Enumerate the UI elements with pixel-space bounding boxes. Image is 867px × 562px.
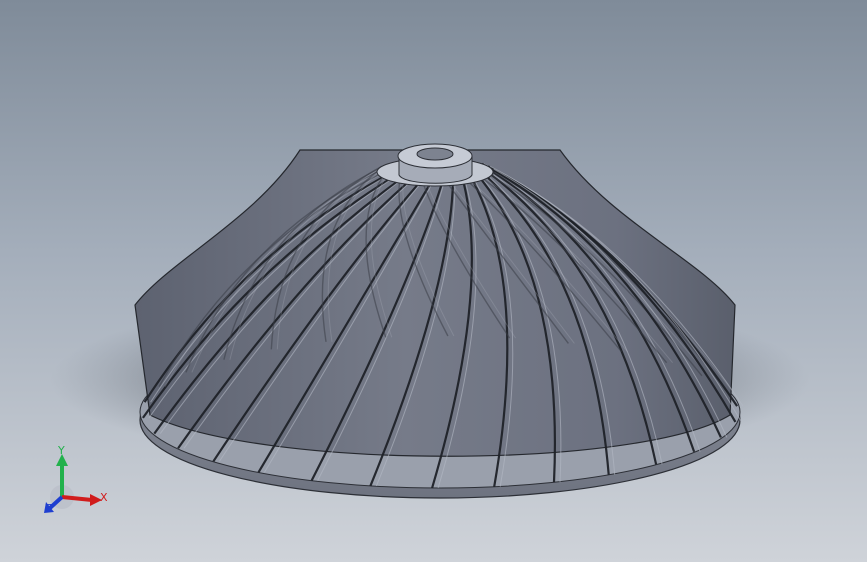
triad-z-label: Z [45, 502, 53, 515]
impeller-model[interactable] [0, 0, 867, 562]
triad-y-label: Y [58, 444, 65, 457]
view-triad: Y X Z [40, 440, 115, 520]
graphics-viewport[interactable]: Y X Z [0, 0, 867, 562]
hub-bore [416, 147, 454, 161]
triad-x-label: X [100, 491, 108, 504]
